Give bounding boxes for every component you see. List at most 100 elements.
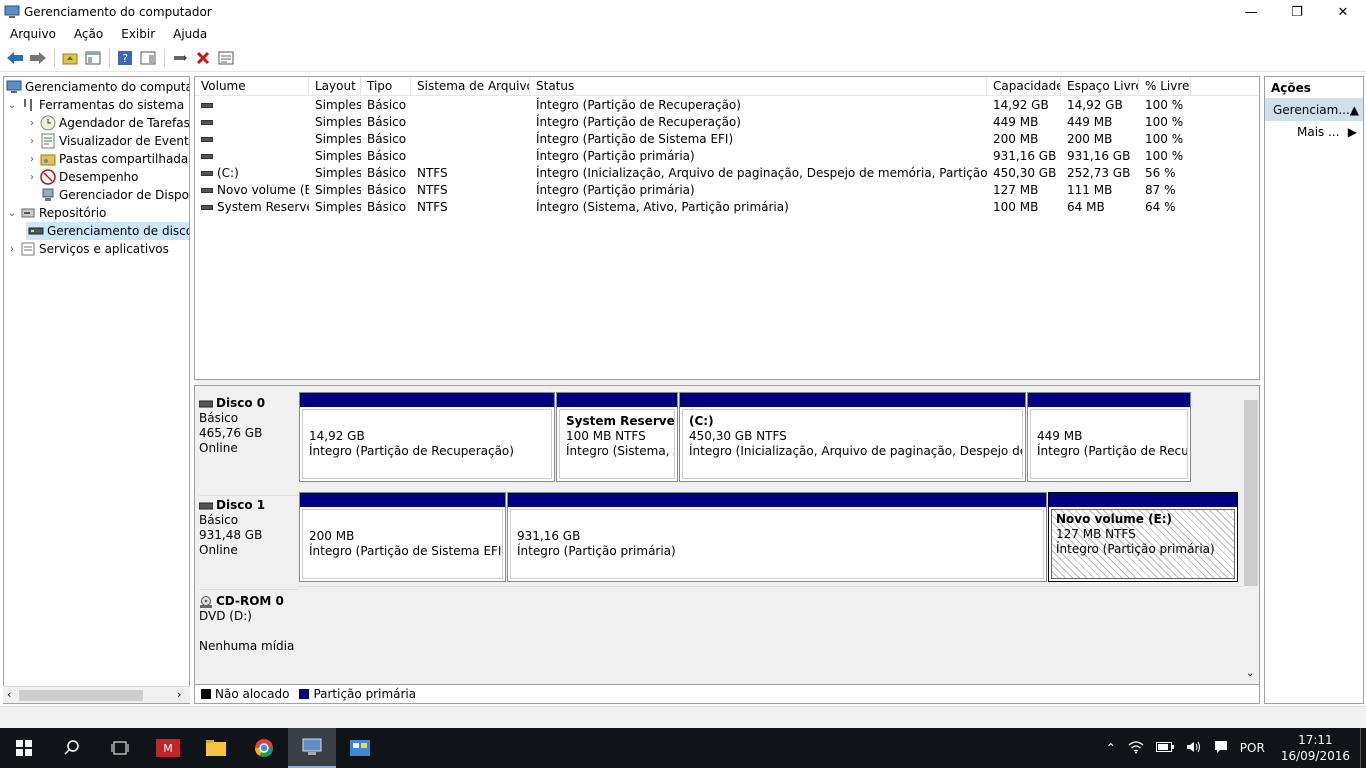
column-header-volume[interactable]: Volume — [195, 77, 309, 96]
chevron-down-icon[interactable]: ⌄ — [6, 208, 18, 219]
menu-exibir[interactable]: Exibir — [111, 27, 163, 41]
table-row[interactable]: Novo volume (E:) Simples Básico NTFS Íntegro… — [195, 182, 1259, 199]
table-cell-type: Básico — [361, 131, 411, 148]
partition-status: Íntegro (Partição primária) — [517, 544, 676, 558]
column-header-filesystem[interactable]: Sistema de Arquivos — [411, 77, 530, 96]
column-header-capacity[interactable]: Capacidade — [987, 77, 1061, 96]
delete-button[interactable] — [192, 48, 214, 68]
forward-button[interactable] — [27, 48, 49, 68]
battery-icon[interactable] — [1150, 741, 1180, 755]
cdrom-0-label[interactable]: CD-ROM 0 DVD (D:) Nenhuma mídia — [199, 589, 299, 683]
show-hide-tree-button[interactable] — [82, 48, 104, 68]
scroll-down-icon[interactable]: ⌄ — [1246, 668, 1254, 679]
tree-node-disk-management[interactable]: Gerenciamento de disco — [26, 222, 189, 240]
column-header-percent-free[interactable]: % Livre — [1139, 77, 1191, 96]
tree-node-performance[interactable]: › Desempenho — [26, 168, 139, 186]
language-indicator[interactable]: POR — [1234, 741, 1271, 755]
tree-horizontal-scrollbar[interactable]: ‹ › — [3, 686, 190, 703]
column-header-free-space[interactable]: Espaço Livre — [1061, 77, 1139, 96]
partition-primary-931[interactable]: 931,16 GB Íntegro (Partição primária) — [507, 492, 1047, 582]
tree-node-root[interactable]: Gerenciamento do computador — [6, 78, 189, 96]
collapse-up-icon[interactable]: ▲ — [1350, 99, 1359, 121]
taskbar-app-file-explorer[interactable] — [192, 728, 240, 768]
table-row[interactable]: Simples Básico Íntegro (Partição de Recupe… — [195, 114, 1259, 131]
tree-label: Pastas compartilhadas — [59, 152, 190, 166]
table-row[interactable]: System Reserved Simples Básico NTFS Íntegro … — [195, 199, 1259, 216]
taskbar-app-control-panel[interactable] — [336, 728, 384, 768]
scroll-left-icon[interactable]: ‹ — [7, 688, 11, 701]
table-row[interactable]: Simples Básico Íntegro (Partição primária)… — [195, 148, 1259, 165]
disk-1-partitions: 200 MB Íntegro (Partição de Sistema EFI) … — [299, 492, 1239, 584]
cell-text: Novo volume (E:) — [217, 183, 309, 197]
actions-section-disk-management[interactable]: Gerenciam... ▲ — [1265, 99, 1363, 121]
table-cell-type: Básico — [361, 114, 411, 131]
show-desktop-button[interactable] — [1360, 728, 1366, 768]
scroll-thumb[interactable] — [19, 690, 143, 701]
start-button[interactable] — [0, 728, 48, 768]
search-button[interactable] — [48, 728, 96, 768]
volume-icon — [201, 103, 213, 108]
taskbar-app-computer-management[interactable] — [288, 728, 336, 768]
volume-icon[interactable] — [1180, 740, 1208, 757]
actions-more[interactable]: Mais ... ▶ — [1265, 121, 1363, 143]
partition-system-reserved[interactable]: System Reserved 100 MB NTFS Íntegro (Siste… — [556, 392, 678, 482]
tree-node-storage[interactable]: ⌄ Repositório — [6, 204, 107, 222]
action-center-icon[interactable] — [1208, 740, 1234, 757]
tree-node-shared-folders[interactable]: › Pastas compartilhadas — [26, 150, 190, 168]
scroll-thumb[interactable] — [1244, 400, 1258, 586]
chevron-down-icon[interactable]: ⌄ — [6, 100, 18, 111]
partition-c[interactable]: (C:) 450,30 GB NTFS Íntegro (Inicialização… — [679, 392, 1026, 482]
table-row[interactable]: Simples Básico Íntegro (Partição de Recupe… — [195, 97, 1259, 114]
menu-arquivo[interactable]: Arquivo — [0, 27, 64, 41]
table-cell-status: Íntegro (Partição de Recuperação) — [530, 114, 987, 131]
chevron-right-icon[interactable]: › — [26, 136, 38, 147]
chevron-right-icon[interactable]: › — [26, 118, 38, 129]
tree-node-system-tools[interactable]: ⌄ Ferramentas do sistema — [6, 96, 184, 114]
taskbar-app-mendeley[interactable]: M — [144, 728, 192, 768]
close-button[interactable]: ✕ — [1320, 0, 1366, 24]
table-row[interactable]: (C:) Simples Básico NTFS Íntegro (Inicializa… — [195, 165, 1259, 182]
connect-drive-button[interactable] — [169, 48, 191, 68]
column-header-type[interactable]: Tipo — [361, 77, 411, 96]
properties-button[interactable] — [215, 48, 237, 68]
show-hide-action-pane-button[interactable] — [137, 48, 159, 68]
tree-node-event-viewer[interactable]: › Visualizador de Eventos — [26, 132, 189, 150]
table-cell-fs — [411, 131, 530, 148]
taskbar-app-chrome[interactable] — [240, 728, 288, 768]
table-cell-capacity: 127 MB — [987, 182, 1061, 199]
table-row[interactable]: Simples Básico Íntegro (Partição de Sistem… — [195, 131, 1259, 148]
column-header-layout[interactable]: Layout — [309, 77, 361, 96]
up-folder-button[interactable] — [59, 48, 81, 68]
chevron-right-icon[interactable]: › — [26, 172, 38, 183]
tree-label: Repositório — [39, 206, 107, 220]
wifi-icon[interactable] — [1122, 740, 1150, 757]
back-button[interactable] — [4, 48, 26, 68]
maximize-button[interactable]: ❐ — [1274, 0, 1320, 24]
help-button[interactable]: ? — [114, 48, 136, 68]
table-cell-capacity: 931,16 GB — [987, 148, 1061, 165]
task-view-button[interactable] — [96, 728, 144, 768]
column-header-status[interactable]: Status — [530, 77, 987, 96]
partition-e-selected[interactable]: Novo volume (E:) 127 MB NTFS Íntegro (Part… — [1048, 492, 1238, 582]
partition-recovery-2[interactable]: 449 MBÍntegro (Partição de Recuperação) — [1027, 392, 1191, 482]
disk-1-label[interactable]: Disco 1 Básico 931,48 GB Online — [199, 495, 299, 585]
disk-0-label[interactable]: Disco 0 Básico 465,76 GB Online — [199, 396, 299, 486]
clock[interactable]: 17:11 16/09/2016 — [1271, 732, 1360, 764]
minimize-button[interactable]: — — [1228, 0, 1274, 24]
partition-efi[interactable]: 200 MB Íntegro (Partição de Sistema EFI) — [299, 492, 506, 582]
table-cell-status: Íntegro (Partição de Recuperação) — [530, 97, 987, 114]
tree-node-device-manager[interactable]: Gerenciador de Disposit — [26, 186, 189, 204]
chevron-up-icon[interactable]: ⌃ — [1100, 741, 1122, 755]
tree-node-task-scheduler[interactable]: › Agendador de Tarefas — [26, 114, 189, 132]
tree-node-services[interactable]: › Serviços e aplicativos — [6, 240, 169, 258]
scroll-right-icon[interactable]: › — [177, 688, 181, 701]
disk-view-vertical-scrollbar[interactable]: ⌄ — [1243, 386, 1259, 684]
cell-text: 14,92 GB — [993, 98, 1049, 112]
partition-recovery-1[interactable]: 14,92 GB Íntegro (Partição de Recuperação… — [299, 392, 555, 482]
cell-text: 450,30 GB — [993, 166, 1057, 180]
menu-acao[interactable]: Ação — [64, 27, 111, 41]
menu-ajuda[interactable]: Ajuda — [163, 27, 215, 41]
table-cell-fs — [411, 148, 530, 165]
chevron-right-icon[interactable]: › — [26, 154, 38, 165]
chevron-right-icon[interactable]: › — [6, 244, 18, 255]
